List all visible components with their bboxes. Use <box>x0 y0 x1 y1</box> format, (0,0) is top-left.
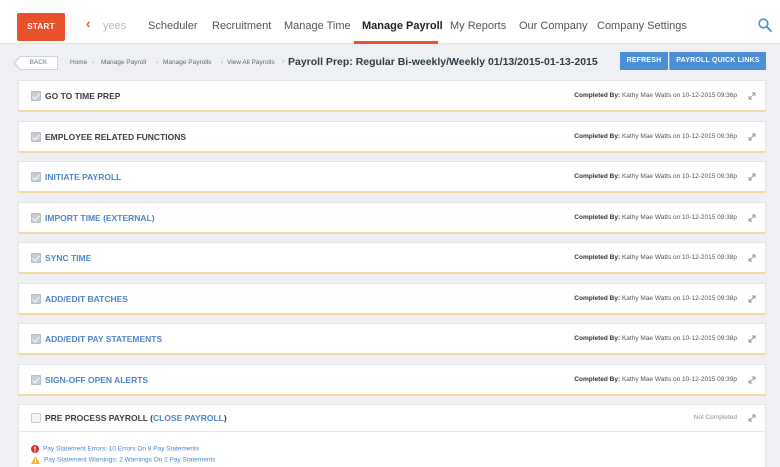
expand-icon[interactable] <box>747 334 757 344</box>
expand-icon[interactable] <box>747 132 757 142</box>
step-checkbox[interactable] <box>31 172 41 182</box>
step-checkbox[interactable] <box>31 293 41 304</box>
breadcrumb-view-all-payrolls[interactable]: View All Payrolls <box>227 59 275 66</box>
payroll-step-row[interactable]: EMPLOYEE RELATED FUNCTIONS Completed By: … <box>18 120 766 153</box>
step-checkbox[interactable] <box>31 374 41 385</box>
pre-process-payroll-row[interactable]: PRE PROCESS PAYROLL (CLOSE PAYROLL) Not … <box>18 404 766 432</box>
payroll-step-row[interactable]: GO TO TIME PREP Completed By: Kathy Mae W… <box>18 80 766 112</box>
expand-icon[interactable] <box>747 294 757 304</box>
step-title[interactable]: SYNC TIME <box>45 253 91 263</box>
pay-statement-errors-link[interactable]: Pay Statement Errors: 10 Errors On 8 Pay… <box>31 445 199 453</box>
pre-process-title: PRE PROCESS PAYROLL (CLOSE PAYROLL) <box>45 413 227 423</box>
payroll-step-row[interactable]: ADD/EDIT PAY STATEMENTS Completed By: Kat… <box>18 323 766 355</box>
step-title[interactable]: ADD/EDIT BATCHES <box>45 294 128 304</box>
expand-icon[interactable] <box>747 375 757 385</box>
search-icon[interactable] <box>758 18 772 32</box>
nav-item-my-reports[interactable]: My Reports <box>450 20 506 32</box>
alerts-panel: Pay Statement Errors: 10 Errors On 8 Pay… <box>18 432 766 467</box>
breadcrumb-manage-payroll[interactable]: Manage Payroll <box>101 59 146 66</box>
payroll-step-row[interactable]: SIGN-OFF OPEN ALERTS Completed By: Kathy … <box>18 363 766 396</box>
step-title[interactable]: IMPORT TIME (EXTERNAL) <box>45 213 155 223</box>
pay-statement-warnings-link[interactable]: Pay Statement Warnings: 2 Warnings On 2 … <box>31 456 216 464</box>
step-checkbox[interactable] <box>31 334 41 344</box>
nav-item-company-settings[interactable]: Company Settings <box>597 20 687 32</box>
status-value: Kathy Mae Watts on 10-12-2015 09:38p <box>621 335 737 342</box>
refresh-button[interactable]: REFRESH <box>620 52 668 70</box>
status-label: Completed By: <box>574 213 621 221</box>
pre-process-label: PRE PROCESS PAYROLL ( <box>45 413 154 423</box>
status-value: Kathy Mae Watts on 10-12-2015 09:39p <box>621 375 737 383</box>
status-value: Kathy Mae Watts on 10-12-2015 09:38p <box>621 173 737 180</box>
step-title: EMPLOYEE RELATED FUNCTIONS <box>45 131 187 142</box>
breadcrumb-separator: › <box>221 59 224 66</box>
nav-scroll-left-icon[interactable]: ‹ <box>86 16 90 31</box>
step-title: GO TO TIME PREP <box>45 91 121 101</box>
step-title[interactable]: INITIATE PAYROLL <box>45 172 121 182</box>
breadcrumb-separator: › <box>282 58 285 65</box>
active-tab-indicator <box>354 41 438 44</box>
step-title[interactable]: SIGN-OFF OPEN ALERTS <box>45 375 148 385</box>
nav-item-recruitment[interactable]: Recruitment <box>212 20 271 32</box>
step-checkbox[interactable] <box>31 91 41 101</box>
step-status: Completed By: Kathy Mae Watts on 10-12-2… <box>574 254 737 261</box>
step-status: Completed By: Kathy Mae Watts on 10-12-2… <box>574 133 737 140</box>
step-checkbox[interactable] <box>31 253 41 263</box>
pre-process-label-end: ) <box>223 413 227 423</box>
breadcrumb-home[interactable]: Home <box>70 59 87 66</box>
back-button[interactable]: BACK <box>13 56 58 70</box>
status-value: Kathy Mae Watts on 10-12-2015 09:38p <box>621 213 737 221</box>
step-status: Completed By: Kathy Mae Watts on 10-12-2… <box>574 92 737 99</box>
step-status: Completed By: Kathy Mae Watts on 10-12-2… <box>574 173 737 180</box>
expand-icon[interactable] <box>747 91 757 101</box>
payroll-step-row[interactable]: ADD/EDIT BATCHES Completed By: Kathy Mae … <box>18 282 766 315</box>
close-payroll-link[interactable]: CLOSE PAYROLL <box>153 413 224 423</box>
nav-item-our-company[interactable]: Our Company <box>519 20 587 32</box>
breadcrumb-manage-payrolls[interactable]: Manage Payrolls <box>163 59 211 66</box>
expand-icon[interactable] <box>747 253 757 263</box>
status-value: Kathy Mae Watts on 10-12-2015 09:38p <box>621 254 737 261</box>
status-label: Completed By: <box>574 254 621 261</box>
payroll-step-row[interactable]: IMPORT TIME (EXTERNAL) Completed By: Kath… <box>18 201 766 234</box>
warning-text: Pay Statement Warnings: 2 Warnings On 2 … <box>44 456 216 464</box>
status-value: Kathy Mae Watts on 10-12-2015 09:36p <box>621 132 737 140</box>
status-label: Completed By: <box>574 335 621 342</box>
nav-item-employees[interactable]: yees <box>103 20 126 32</box>
nav-item-scheduler[interactable]: Scheduler <box>148 20 198 32</box>
status-value: Kathy Mae Watts on 10-12-2015 09:38p <box>621 294 737 302</box>
status-value: Kathy Mae Watts on 10-12-2015 09:36p <box>621 92 737 99</box>
nav-item-manage-time[interactable]: Manage Time <box>284 20 351 32</box>
step-checkbox[interactable] <box>31 131 41 142</box>
expand-icon[interactable] <box>747 413 757 423</box>
payroll-quick-links-button[interactable]: PAYROLL QUICK LINKS <box>669 52 766 70</box>
status-label: Completed By: <box>574 375 621 383</box>
status-label: Completed By: <box>574 132 621 140</box>
error-text: Pay Statement Errors: 10 Errors On 8 Pay… <box>43 445 200 453</box>
status-label: Completed By: <box>574 92 621 99</box>
payroll-step-row[interactable]: SYNC TIME Completed By: Kathy Mae Watts o… <box>18 242 766 274</box>
status-label: Completed By: <box>574 173 621 180</box>
step-checkbox[interactable] <box>31 212 41 223</box>
breadcrumb-separator: › <box>92 59 95 66</box>
step-status: Completed By: Kathy Mae Watts on 10-12-2… <box>574 376 737 383</box>
warning-icon <box>31 456 40 464</box>
nav-item-manage-payroll[interactable]: Manage Payroll <box>362 20 443 32</box>
top-navigation: START ‹ yees Scheduler Recruitment Manag… <box>0 0 780 44</box>
expand-icon[interactable] <box>747 213 757 223</box>
step-status: Completed By: Kathy Mae Watts on 10-12-2… <box>574 214 737 221</box>
start-button[interactable]: START <box>17 13 65 41</box>
step-status: Completed By: Kathy Mae Watts on 10-12-2… <box>574 295 737 302</box>
pre-process-status: Not Completed <box>693 414 737 421</box>
pre-process-checkbox[interactable] <box>31 413 41 423</box>
error-icon <box>31 445 39 453</box>
status-label: Completed By: <box>574 294 621 302</box>
step-title[interactable]: ADD/EDIT PAY STATEMENTS <box>45 334 162 344</box>
breadcrumb-separator: › <box>156 59 159 66</box>
step-status: Completed By: Kathy Mae Watts on 10-12-2… <box>574 335 737 342</box>
expand-icon[interactable] <box>747 172 757 182</box>
page-title: Payroll Prep: Regular Bi-weekly/Weekly 0… <box>288 56 598 68</box>
payroll-step-row[interactable]: INITIATE PAYROLL Completed By: Kathy Mae … <box>18 161 766 193</box>
